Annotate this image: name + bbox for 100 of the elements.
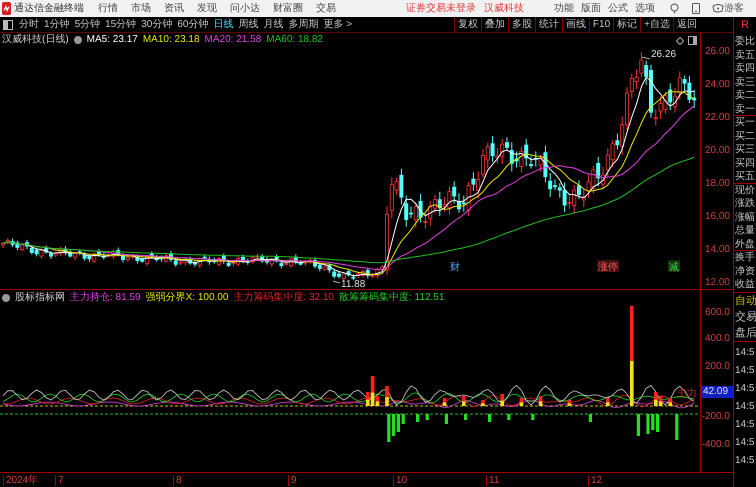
price-axis-label: 24.00: [704, 79, 730, 91]
price-axis-label: 16.00: [704, 211, 730, 223]
mode-tab[interactable]: 交易: [734, 308, 756, 324]
price-axis-label: 12.00: [704, 277, 730, 289]
toolbar-menu-item[interactable]: 公式: [608, 2, 628, 14]
menu-item[interactable]: 交易: [316, 2, 336, 14]
quote-label: 净资: [734, 264, 756, 278]
trade-time: 14:5: [734, 436, 756, 450]
moving-average-legend: MA20: 21.58: [204, 34, 262, 46]
price-axis-label: 26.00: [704, 46, 730, 58]
moving-average-legend: MA60: 18.82: [266, 34, 323, 46]
quote-label: 买五: [734, 170, 756, 184]
menu-item[interactable]: 问小达: [230, 2, 260, 14]
period-tab[interactable]: 多周期: [288, 17, 318, 32]
chart-action-button[interactable]: 叠加: [480, 17, 508, 33]
indicator-axis-label: 400.0: [704, 333, 730, 345]
date-axis-label: 11: [486, 475, 500, 486]
menu-item[interactable]: 发现: [197, 2, 217, 14]
line-label: 主力: [677, 386, 697, 401]
indicator-axis-label: 200.0: [704, 361, 730, 373]
price-axis-label: 14.00: [704, 244, 730, 256]
period-tab[interactable]: 分时: [19, 17, 39, 32]
quote-label: 卖五: [734, 48, 756, 62]
price-axis-label: 18.00: [704, 178, 730, 190]
period-tab[interactable]: 1分钟: [44, 17, 70, 32]
date-axis-label: 9: [288, 475, 297, 486]
date-axis-label: 7: [55, 475, 64, 486]
date-axis-label: 2024年: [3, 475, 38, 486]
trade-time: 14:5: [734, 418, 756, 432]
chart-action-button[interactable]: 统计: [534, 17, 562, 33]
indicator-legend: 散筹筹码集中度: 112.51: [339, 292, 444, 304]
indicator-title: 股标指标网: [15, 292, 65, 304]
toolbar-menu-item[interactable]: 功能: [554, 2, 574, 14]
period-tab[interactable]: 15分钟: [105, 17, 136, 32]
period-tab[interactable]: 5分钟: [74, 17, 100, 32]
menu-item[interactable]: 市场: [131, 2, 151, 14]
moving-average-legend: MA5: 23.17: [86, 34, 138, 46]
login-notice[interactable]: 证券交易未登录: [406, 2, 476, 14]
chart-action-button[interactable]: 画线: [562, 17, 589, 33]
date-axis-label: 8: [173, 475, 182, 486]
menu-item[interactable]: 行情: [98, 2, 118, 14]
limit-up-marker: 涨停: [598, 262, 618, 273]
indicator-axis-label: 600.0: [704, 307, 730, 319]
reduce-marker: 减: [669, 262, 679, 273]
period-tab[interactable]: 30分钟: [141, 17, 172, 32]
period-tab[interactable]: 更多 >: [324, 17, 352, 32]
menu-item[interactable]: 资讯: [164, 2, 184, 14]
toolbar-menu-item[interactable]: 选项: [635, 2, 655, 14]
quote-label: 卖二: [734, 89, 756, 102]
side-panel-header[interactable]: R: [734, 17, 756, 33]
chart-action-button[interactable]: 返回: [673, 17, 700, 33]
chart-action-button[interactable]: 复权: [454, 17, 481, 33]
low-price-label: 11.88: [341, 279, 366, 290]
period-tab[interactable]: 60分钟: [177, 17, 208, 32]
news-marker: 财: [450, 262, 460, 273]
trade-time: 14:5: [734, 382, 756, 396]
stock-name: 汉威科技: [484, 2, 524, 14]
quote-label: 换手: [734, 251, 756, 264]
menu-item[interactable]: 财富圈: [273, 2, 303, 14]
app-title: 通达信金融终端: [14, 2, 84, 14]
indicator-legend: 强弱分界X: 100.00: [146, 292, 228, 304]
toolbar-menu-item[interactable]: 版面: [581, 2, 601, 14]
price-axis-label: 22.00: [704, 112, 730, 124]
quote-label: 买三: [734, 143, 756, 156]
chart-action-button[interactable]: +自选: [640, 17, 673, 33]
chart-action-button[interactable]: 多股: [508, 17, 535, 33]
quote-label: 收益: [734, 278, 756, 292]
quote-label: 卖一: [734, 102, 756, 116]
chart-title: 汉威科技(日线): [2, 34, 69, 46]
quote-label: 涨幅: [734, 210, 756, 224]
trade-time: 14:5: [734, 364, 756, 378]
period-tab[interactable]: 日线: [214, 17, 234, 32]
trade-time: 14:5: [734, 346, 756, 360]
quote-label: 买一: [734, 116, 756, 130]
quote-label: 买二: [734, 130, 756, 143]
trade-time: 14:5: [734, 454, 756, 468]
moving-average-legend: MA10: 23.18: [142, 34, 200, 46]
quote-label: 买四: [734, 156, 756, 170]
quote-label: 总量: [734, 224, 756, 238]
quote-label: 外盘: [734, 238, 756, 251]
guest-user[interactable]: 游客: [724, 2, 744, 14]
indicator-legend: 主力筹码集中度: 32.10: [233, 292, 334, 304]
chart-action-button[interactable]: 标记: [613, 17, 640, 33]
trade-time: 14:5: [734, 400, 756, 414]
period-tab[interactable]: 月线: [264, 17, 284, 32]
quote-label: 卖四: [734, 62, 756, 76]
indicator-axis-label: -200.0: [702, 411, 730, 423]
period-tab[interactable]: 周线: [238, 17, 258, 32]
mode-tab[interactable]: 自动: [734, 292, 756, 308]
date-axis-label: 12: [588, 475, 602, 486]
date-axis-label: 10: [393, 475, 408, 486]
chart-action-button[interactable]: F10: [588, 17, 614, 33]
quote-label: 涨跌: [734, 197, 756, 210]
current-value-label: 42.09: [701, 386, 733, 398]
quote-label: 委比: [734, 35, 756, 48]
price-axis-label: 20.00: [704, 145, 730, 157]
quote-label: 现价: [734, 184, 756, 197]
quote-label: 卖三: [734, 76, 756, 89]
high-price-label: 26.26: [651, 49, 676, 60]
indicator-axis-label: -400.0: [702, 439, 730, 451]
